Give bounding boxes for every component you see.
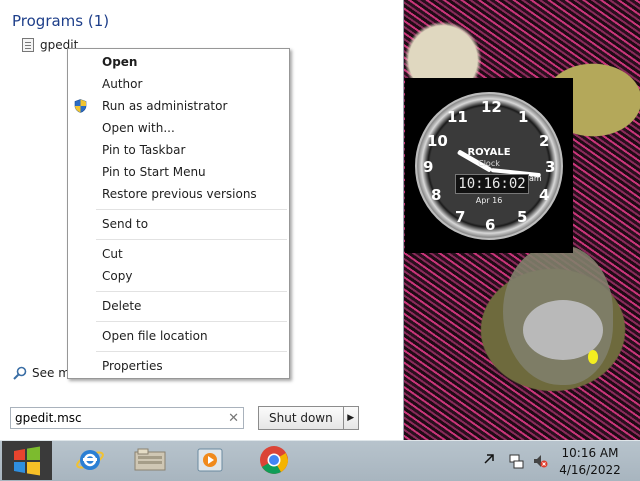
media-player-icon [197, 448, 223, 472]
menu-item-author[interactable]: Author [102, 77, 142, 91]
show-hidden-icons-icon[interactable] [484, 453, 496, 465]
programs-header: Programs (1) [12, 12, 110, 30]
menu-item-run-as-administrator[interactable]: Run as administrator [102, 99, 227, 113]
network-icon[interactable] [508, 453, 524, 469]
clock-subtitle: Clock [478, 159, 500, 168]
clock-number: 11 [447, 108, 468, 126]
taskbar-media-player[interactable] [192, 443, 228, 477]
menu-item-open-file-location[interactable]: Open file location [102, 329, 208, 343]
taskbar-internet-explorer[interactable] [72, 443, 108, 477]
chrome-icon [260, 446, 288, 474]
clock-gadget[interactable]: 12 1 2 3 4 5 6 7 8 9 10 11 ROYALE Clock … [405, 78, 573, 253]
menu-separator [96, 291, 287, 292]
system-tray: 10:16 AM 4/16/2022 [470, 441, 640, 480]
context-menu: Open Author Run as administrator Open wi… [67, 48, 290, 379]
taskbar-libraries[interactable] [132, 443, 168, 477]
clock-number: 1 [518, 108, 529, 126]
digital-time: 10:16:02 [455, 174, 529, 194]
speaker-muted-icon[interactable] [532, 453, 548, 469]
menu-separator [96, 321, 287, 322]
uac-shield-icon [74, 99, 87, 113]
clear-search-icon[interactable]: ✕ [228, 411, 239, 426]
clock-number: 7 [455, 208, 466, 226]
clock-number: 5 [517, 208, 528, 226]
menu-item-pin-to-start-menu[interactable]: Pin to Start Menu [102, 165, 206, 179]
start-button[interactable] [2, 441, 52, 480]
clock-face: 12 1 2 3 4 5 6 7 8 9 10 11 ROYALE Clock … [415, 92, 563, 240]
internet-explorer-icon [76, 450, 104, 470]
tray-clock[interactable]: 10:16 AM 4/16/2022 [558, 445, 622, 479]
clock-date: Apr 16 [475, 196, 503, 205]
menu-item-cut[interactable]: Cut [102, 247, 123, 261]
tray-date: 4/16/2022 [559, 463, 621, 477]
document-icon [22, 38, 34, 52]
shutdown-options-arrow-icon[interactable]: ▶ [344, 407, 358, 429]
menu-item-open[interactable]: Open [102, 55, 137, 69]
menu-item-delete[interactable]: Delete [102, 299, 141, 313]
clock-number: 12 [481, 98, 502, 116]
menu-item-properties[interactable]: Properties [102, 359, 163, 373]
shutdown-button[interactable]: Shut down [259, 407, 344, 429]
clock-number: 6 [485, 216, 496, 234]
clock-brand: ROYALE [467, 147, 511, 158]
menu-item-open-with[interactable]: Open with... [102, 121, 175, 135]
wallpaper-dot [588, 350, 598, 364]
windows-logo-icon [14, 446, 40, 476]
menu-separator [96, 239, 287, 240]
libraries-icon [134, 448, 166, 471]
search-icon [13, 366, 27, 380]
menu-item-copy[interactable]: Copy [102, 269, 132, 283]
menu-item-restore-previous-versions[interactable]: Restore previous versions [102, 187, 257, 201]
menu-item-pin-to-taskbar[interactable]: Pin to Taskbar [102, 143, 185, 157]
taskbar-chrome[interactable] [256, 443, 292, 477]
search-box[interactable]: ✕ [10, 407, 244, 429]
shutdown-control: Shut down ▶ [258, 406, 359, 430]
search-input[interactable] [15, 411, 229, 425]
menu-separator [96, 209, 287, 210]
tray-time: 10:16 AM [561, 446, 619, 460]
am-pm-indicator: am [529, 174, 542, 183]
menu-item-send-to[interactable]: Send to [102, 217, 148, 231]
menu-separator [96, 351, 287, 352]
